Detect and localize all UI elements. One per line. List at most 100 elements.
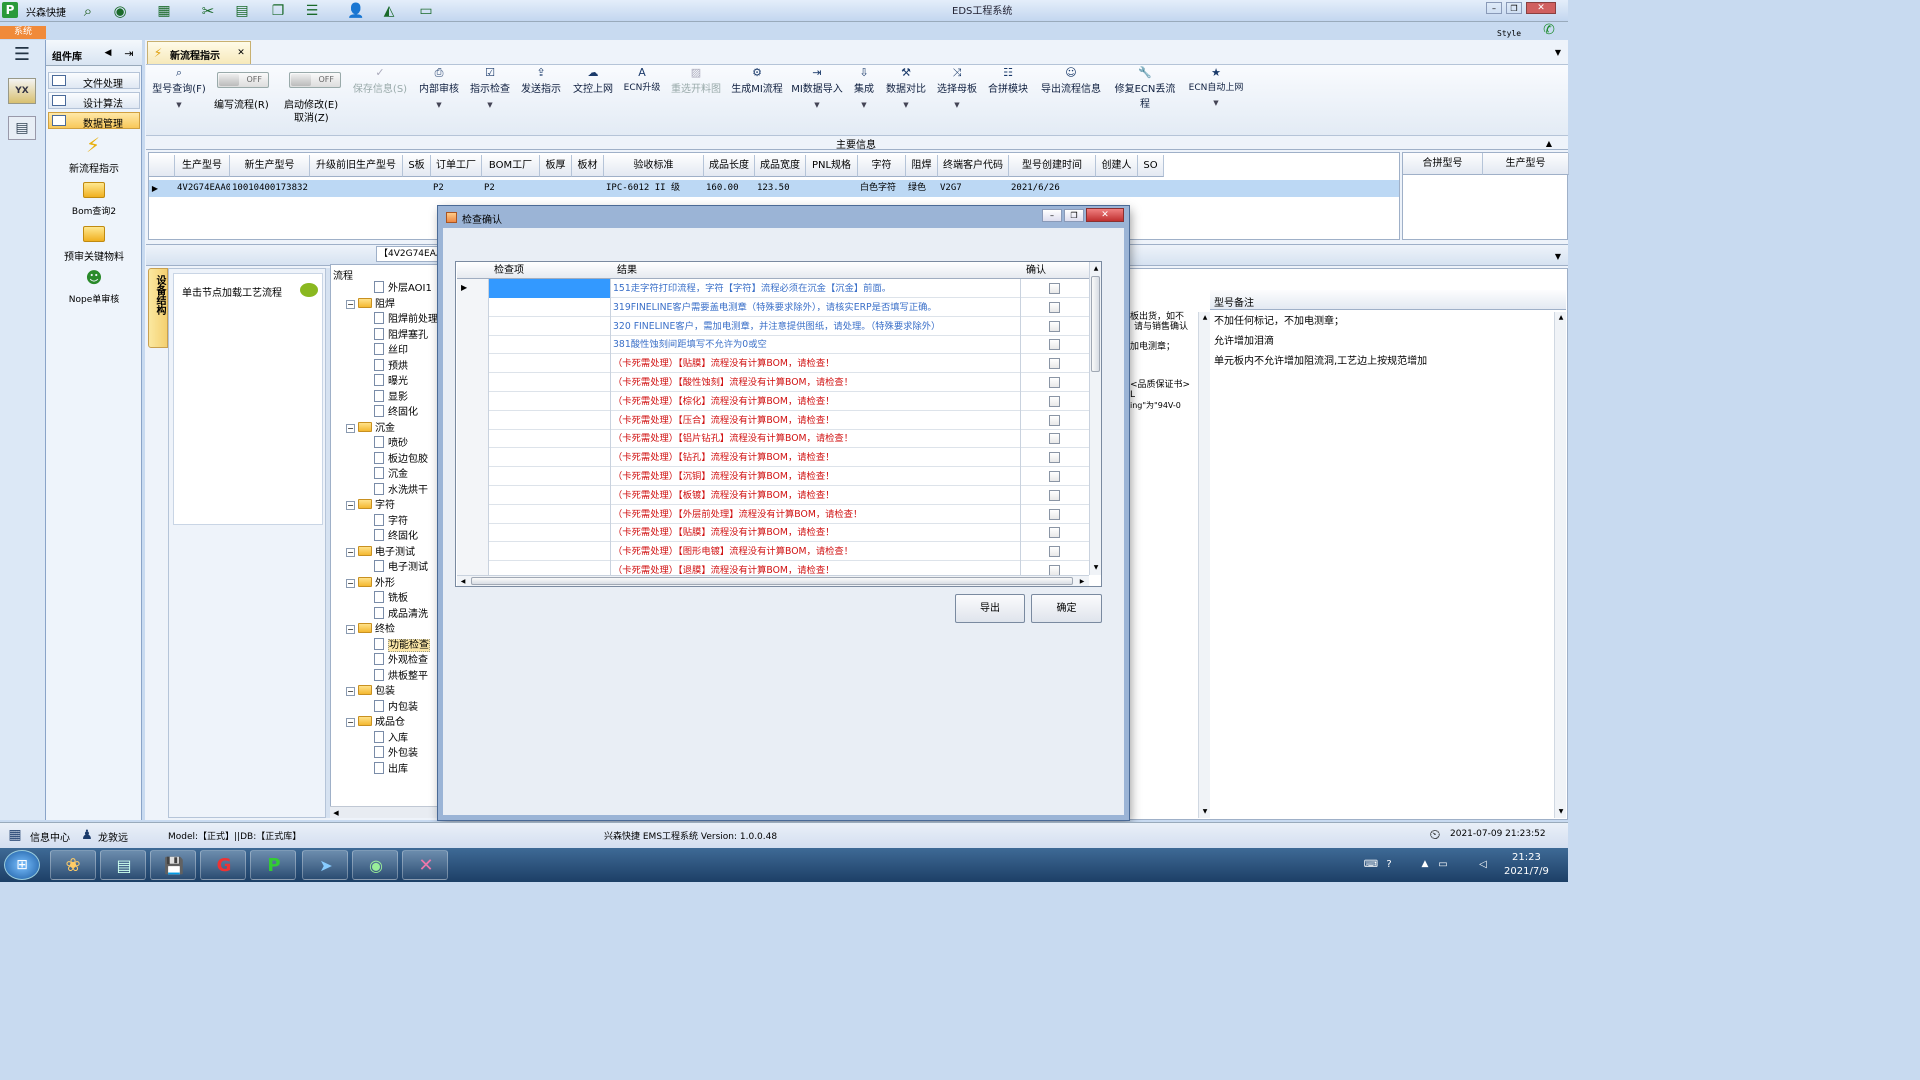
grid-col-confirm[interactable]: 确认 [1024,262,1084,279]
vertical-tab[interactable]: 设备结构 [148,268,168,348]
collapse-icon[interactable]: − [346,423,355,433]
confirm-checkbox[interactable] [1049,471,1060,482]
scissors-icon[interactable]: ✂ [198,2,218,20]
generate-mi-button[interactable]: ⚙ 生成MI流程 [730,66,784,116]
column-header[interactable]: 板材 [572,155,604,177]
check-item-cell[interactable] [489,504,611,524]
save-info-button[interactable]: ✓ 保存信息(S) [350,66,410,116]
ok-button[interactable]: 确定 [1031,594,1102,623]
tree-leaf[interactable]: 阻焊前处理 [374,310,438,325]
scroll-up-icon[interactable]: ▲ [1556,312,1566,322]
doc-control-button[interactable]: ☁ 文控上网 [570,66,616,116]
column-header[interactable]: SO [1138,155,1164,177]
tree-leaf[interactable]: 曝光 [374,372,408,387]
sidebar-item-data[interactable]: 数据管理 [48,112,140,130]
scroll-left-icon[interactable]: ◀ [458,576,468,586]
tab-close-icon[interactable]: ✕ [236,47,246,59]
result-cell[interactable]: （卡死需处理）【钻孔】流程没有计算BOM，请检查！ [611,448,1021,468]
start-edit-toggle[interactable]: OFF [289,72,341,88]
export-flow-button[interactable]: ☺ 导出流程信息 [1038,66,1104,116]
search-icon[interactable]: ⌕ [78,2,98,20]
result-cell[interactable]: 320 FINELINE客户，需加电测章，并注意提供图纸，请处理。（特殊要求除外… [611,316,1021,336]
column-header[interactable]: 成品长度 [704,155,755,177]
scroll-up-icon[interactable]: ▲ [1091,263,1101,273]
grid-icon[interactable]: ▦ [6,827,24,843]
check-item-cell[interactable] [489,354,611,374]
tree-leaf[interactable]: 终固化 [374,527,418,542]
tree-leaf[interactable]: 外观检查 [374,651,428,666]
start-button[interactable]: ⊞ [4,850,40,880]
grid-row[interactable]: （卡死需处理）【沉铜】流程没有计算BOM，请检查！ [457,467,1089,486]
collapse-icon[interactable]: − [346,501,355,510]
tree-leaf[interactable]: 烘板整平 [374,667,428,682]
check-item-cell[interactable] [489,297,611,317]
result-cell[interactable]: （卡死需处理）【图形电镀】流程没有计算BOM，请检查！ [611,542,1021,562]
help-icon[interactable]: ? [1382,856,1396,872]
column-header[interactable]: 升级前旧生产型号 [310,155,403,177]
grid-row[interactable]: 319FINELINE客户需要盖电测章（特殊要求除外），请核实ERP是否填写正确… [457,297,1089,317]
collapse-icon[interactable]: − [346,547,355,557]
integrate-button[interactable]: ⇩ 集成 ▼ [850,66,878,116]
column-header[interactable]: 阻焊 [906,155,938,177]
tool-nope-review[interactable]: ☻ Nope单审核 [46,266,142,306]
row-cell[interactable]: 绿色 [908,180,938,197]
check-item-cell[interactable] [489,485,611,505]
grid-row[interactable]: （卡死需处理）【压合】流程没有计算BOM，请检查！ [457,410,1089,430]
cancel-label[interactable]: 取消(Z) [294,109,329,124]
style-label[interactable]: Style [1497,29,1521,38]
column-header[interactable]: 成品宽度 [755,155,806,177]
result-cell[interactable]: （卡死需处理）【酸性蚀刻】流程没有计算BOM，请检查！ [611,373,1021,392]
confirm-checkbox[interactable] [1049,283,1060,294]
dialog-maximize-button[interactable]: ❐ [1064,209,1084,222]
scroll-down-icon[interactable]: ▼ [1556,806,1566,816]
collapse-icon[interactable]: − [346,299,355,309]
tree-leaf[interactable]: 阻焊塞孔 [374,326,428,341]
result-cell[interactable]: （卡死需处理）【棕化】流程没有计算BOM，请检查！ [611,391,1021,411]
send-indicator-button[interactable]: ⇪ 发送指示 [518,66,564,116]
tool-key-material[interactable]: 预审关键物料 [46,226,142,263]
lower-tab[interactable]: 【4V2G74EAA [376,246,446,262]
confirm-checkbox[interactable] [1049,527,1060,539]
column-header[interactable]: 订单工厂 [431,155,482,177]
tree-leaf[interactable]: 外包装 [374,744,418,759]
column-header[interactable]: 验收标准 [604,155,704,177]
list-icon[interactable]: ☰ [302,2,322,20]
column-header[interactable]: S板 [403,155,431,177]
column-header[interactable]: 生产型号 [175,155,230,177]
remark-scrollbar[interactable]: ▲ ▼ [1554,312,1566,818]
tool-new-flow[interactable]: ⚡ 新流程指示 [46,133,142,176]
row-cell[interactable] [542,180,572,197]
chevron-up-icon[interactable]: ▲ [1543,137,1555,149]
volume-icon[interactable]: ◁ [1476,856,1490,872]
calculator-icon[interactable]: ▤ [8,116,36,140]
result-cell[interactable]: （卡死需处理）【贴膜】流程没有计算BOM，请检查！ [611,354,1021,374]
confirm-checkbox[interactable] [1049,377,1060,388]
film-icon[interactable]: ▤ [232,2,252,20]
maximize-button[interactable]: ❐ [1506,2,1522,14]
confirm-checkbox[interactable] [1049,489,1060,501]
row-selector[interactable] [457,316,489,336]
row-cell[interactable] [312,180,403,197]
collapse-icon[interactable]: − [346,578,355,588]
mi-import-button[interactable]: ⇥ MI数据导入 ▼ [790,66,844,116]
tree-folder[interactable]: − 外形 [346,574,395,589]
tree-leaf[interactable]: 入库 [374,729,408,744]
check-item-cell[interactable] [489,373,611,392]
grid-row[interactable]: （卡死需处理）【图形电镀】流程没有计算BOM，请检查！ [457,542,1089,562]
tree-leaf[interactable]: 电子测试 [374,558,428,573]
export-button[interactable]: 导出 [955,594,1025,623]
collapse-icon[interactable]: − [346,718,355,727]
grid-vscrollbar[interactable]: ▲ ▼ [1089,262,1101,575]
tree-leaf[interactable]: 水洗烘干 [374,481,428,496]
tree-leaf[interactable]: 内包装 [374,698,418,713]
taskbar-date[interactable]: 2021/7/9 [1504,866,1549,877]
grid-row[interactable]: （卡死需处理）【铝片钻孔】流程没有计算BOM，请检查！ [457,429,1089,449]
row-cell[interactable]: IPC-6012 II 级 [606,180,704,197]
ecn-upgrade-button[interactable]: A ECN升级 [620,66,664,116]
collapse-icon[interactable]: − [346,687,355,696]
data-compare-button[interactable]: ⚒ 数据对比 ▼ [884,66,928,116]
result-cell[interactable]: （卡死需处理）【压合】流程没有计算BOM，请检查！ [611,410,1021,430]
phone-icon[interactable]: ✆ [1540,22,1558,38]
row-selector[interactable] [457,373,489,392]
result-cell[interactable]: 381酸性蚀刻间距填写不允许为0或空 [611,335,1021,355]
